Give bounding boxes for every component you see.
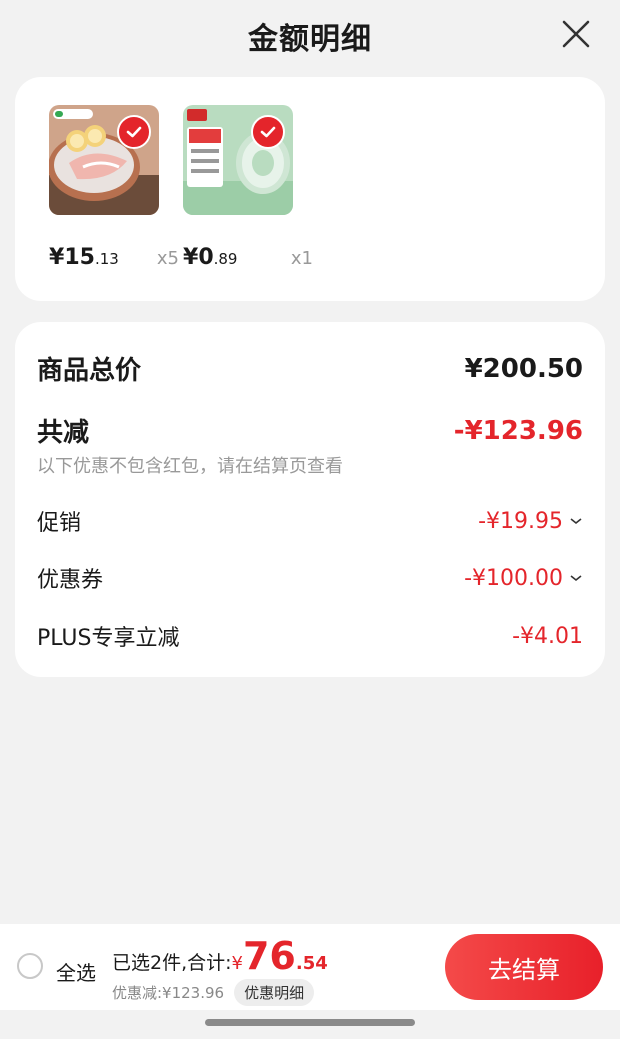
select-all-radio[interactable]	[17, 953, 43, 979]
modal-title: 金额明细	[248, 22, 372, 57]
total-reduce-value: -¥123.96	[453, 415, 583, 446]
total-decimal: .54	[295, 953, 328, 974]
promo-label: 促销	[37, 511, 82, 536]
discount-text: 优惠减:¥123.96	[112, 984, 225, 1002]
price-symbol: ¥	[183, 245, 199, 270]
promo-value-wrap: -¥19.95	[478, 509, 583, 534]
chevron-down-icon[interactable]	[569, 514, 583, 528]
price-integer: 0	[198, 245, 214, 270]
total-price-value: ¥200.50	[464, 353, 583, 384]
selected-count-text: 已选2件,合计:	[112, 952, 232, 974]
selected-total: 已选2件,合计: ¥ 76 .54	[112, 934, 328, 978]
coupon-row[interactable]: 优惠券 -¥100.00	[37, 562, 583, 594]
plus-row: PLUS专享立减 -¥4.01	[37, 620, 583, 652]
price-decimal: .13	[94, 250, 119, 268]
plus-label: PLUS专享立减	[37, 626, 180, 651]
price-decimal: .89	[213, 250, 238, 268]
selected-check-icon	[251, 115, 285, 149]
total-currency: ¥	[231, 953, 243, 974]
product-quantity: x1	[290, 248, 313, 269]
product-price-row-tape: ¥ 0 .89 x1	[183, 245, 313, 270]
price-symbol: ¥	[49, 245, 65, 270]
home-indicator	[205, 1019, 415, 1026]
total-integer: 76	[242, 934, 296, 978]
select-all-label[interactable]: 全选	[56, 957, 96, 986]
plus-value: -¥4.01	[512, 623, 583, 649]
total-price-row: 商品总价 ¥200.50	[37, 350, 583, 387]
modal-header: 金额明细	[0, 0, 620, 70]
discount-detail-button[interactable]: 优惠明细	[234, 979, 315, 1006]
product-item-tape[interactable]	[183, 105, 295, 215]
product-item-meat[interactable]	[49, 105, 161, 215]
chevron-down-icon[interactable]	[569, 571, 583, 585]
product-card: ¥ 15 .13 x5 ¥ 0 .89 x1	[15, 77, 605, 301]
price-integer: 15	[64, 245, 95, 270]
selected-check-icon	[117, 115, 151, 149]
close-icon[interactable]	[556, 14, 596, 54]
product-price-row-meat: ¥ 15 .13 x5	[49, 245, 179, 270]
discount-summary: 优惠减:¥123.96 优惠明细	[112, 979, 315, 1006]
checkout-bar: 全选 已选2件,合计: ¥ 76 .54 优惠减:¥123.96 优惠明细 去结…	[0, 924, 620, 1010]
discount-note: 以下优惠不包含红包，请在结算页查看	[37, 456, 343, 477]
coupon-label: 优惠券	[37, 568, 104, 593]
product-image-tape	[183, 105, 293, 215]
coupon-value: -¥100.00	[464, 565, 563, 591]
product-image-meat	[49, 105, 159, 215]
promo-row[interactable]: 促销 -¥19.95	[37, 505, 583, 537]
total-reduce-label: 共减	[37, 418, 90, 448]
total-price-label: 商品总价	[37, 356, 142, 386]
promo-value: -¥19.95	[478, 508, 563, 534]
price-summary-card: 商品总价 ¥200.50 共减 -¥123.96 以下优惠不包含红包，请在结算页…	[15, 322, 605, 677]
product-quantity: x5	[156, 248, 179, 269]
total-reduce-row: 共减 -¥123.96	[37, 412, 583, 449]
checkout-button[interactable]: 去结算	[445, 934, 603, 1000]
coupon-value-wrap: -¥100.00	[464, 566, 583, 591]
